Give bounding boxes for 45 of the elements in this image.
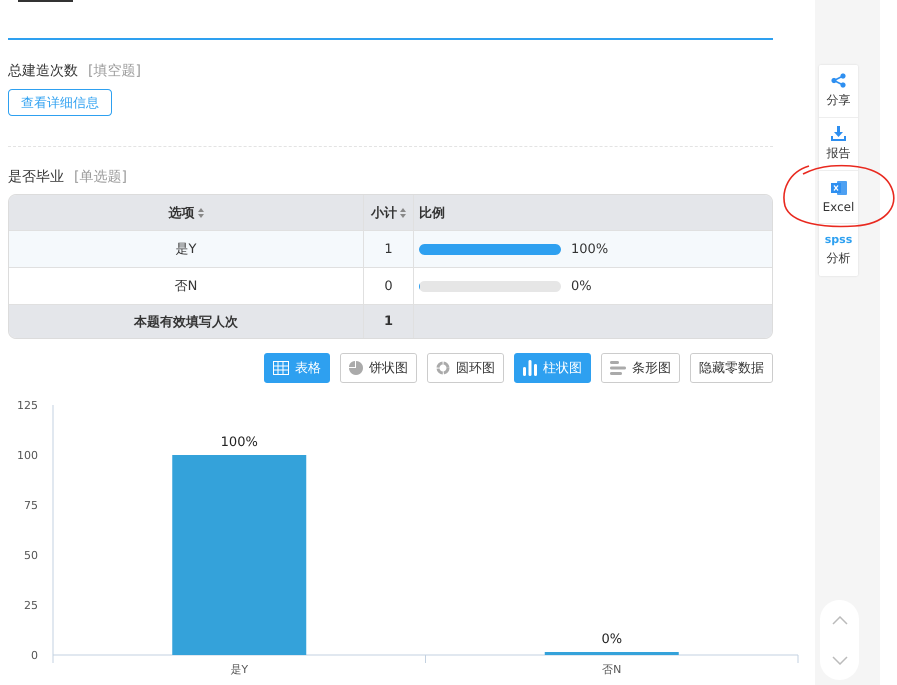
percent-label: 0% (571, 278, 592, 294)
question-title: 总建造次数 (8, 62, 78, 80)
table-cell: 是Y (9, 231, 364, 268)
view-toggle-button[interactable]: 隐藏零数据 (690, 353, 773, 383)
question-type: [填空题] (88, 62, 141, 80)
side-tool-button[interactable]: 报告 (819, 118, 858, 171)
y-tick-label: 0 (31, 649, 38, 662)
y-tick-label: 50 (24, 549, 38, 562)
view-toggle-button[interactable]: 饼状图 (340, 353, 417, 383)
view-toggle-button[interactable]: 圆环图 (427, 353, 504, 383)
excel-icon (830, 180, 846, 196)
tab-underline (18, 0, 73, 2)
column-header[interactable]: 选项 (9, 195, 364, 231)
y-tick-label: 100 (17, 449, 38, 462)
side-tool-button[interactable]: Excel (819, 171, 858, 224)
y-tick-label: 125 (17, 399, 38, 412)
column-header: 比例 (414, 195, 772, 231)
x-tick-label: 是Y (230, 663, 248, 676)
sort-icon[interactable] (198, 208, 204, 218)
bar-value-label: 0% (601, 632, 622, 647)
download-icon (831, 126, 846, 141)
y-tick-label: 75 (24, 499, 38, 512)
side-tool-button[interactable]: spss 分析 (819, 224, 858, 276)
table-cell: 1 (364, 305, 414, 338)
side-tool-button[interactable]: 分享 (819, 65, 858, 118)
x-tick-label: 否N (602, 663, 622, 676)
table-cell: 本题有效填写人次 (9, 305, 364, 338)
pie-chart-icon (349, 361, 363, 375)
y-tick-label: 25 (24, 599, 38, 612)
question-title: 是否毕业 (8, 168, 64, 186)
donut-chart-icon (436, 361, 450, 375)
table-cell: 1 (364, 231, 414, 268)
bar-value-label: 100% (220, 435, 258, 450)
percent-label: 100% (571, 242, 608, 256)
spss-label: spss (824, 233, 852, 246)
sort-icon[interactable] (400, 208, 406, 218)
bar-chart-icon (523, 360, 537, 376)
view-toggle-button[interactable]: 条形图 (601, 353, 680, 383)
scroll-down-icon[interactable] (832, 656, 848, 664)
share-icon (831, 73, 846, 88)
horizontal-bar-icon (610, 361, 626, 375)
question-type: [单选题] (74, 168, 127, 186)
scroll-up-icon[interactable] (832, 616, 848, 624)
column-header[interactable]: 小计 (364, 195, 414, 231)
table-icon (273, 361, 289, 375)
